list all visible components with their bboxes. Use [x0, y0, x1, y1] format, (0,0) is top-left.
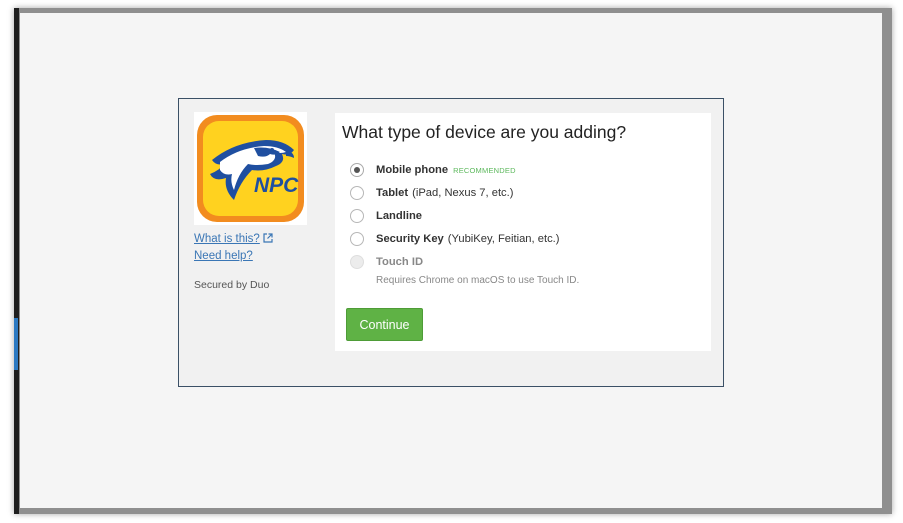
device-type-panel: What type of device are you adding? Mobi…	[335, 113, 711, 351]
left-edge-highlight	[14, 318, 18, 370]
eagle-logo-icon	[197, 115, 304, 222]
touch-id-note: Requires Chrome on macOS to use Touch ID…	[376, 275, 580, 286]
option-detail: (YubiKey, Feitian, etc.)	[447, 233, 560, 245]
option-tablet[interactable]: Tablet (iPad, Nexus 7, etc.)	[350, 184, 513, 202]
continue-button[interactable]: Continue	[346, 308, 423, 341]
duo-prompt-frame: NPC What is this? Need help? Secured by …	[178, 98, 724, 387]
option-label: Touch ID	[376, 256, 424, 268]
option-label: Landline	[376, 210, 422, 222]
what-is-this-link[interactable]: What is this?	[194, 233, 273, 246]
radio-landline[interactable]	[350, 209, 364, 223]
option-label: Mobile phone	[376, 164, 449, 176]
need-help-link[interactable]: Need help?	[194, 250, 253, 262]
option-security-key[interactable]: Security Key (YubiKey, Feitian, etc.)	[350, 230, 560, 248]
radio-security-key[interactable]	[350, 232, 364, 246]
option-detail: (iPad, Nexus 7, etc.)	[412, 187, 514, 199]
npc-logo: NPC	[194, 112, 307, 225]
radio-touch-id	[350, 255, 364, 269]
option-mobile-phone[interactable]: Mobile phone RECOMMENDED	[350, 161, 516, 179]
page-title: What type of device are you adding?	[342, 122, 627, 142]
secured-by-duo: Secured by Duo	[194, 279, 270, 291]
what-is-this-label: What is this?	[194, 233, 260, 245]
option-touch-id: Touch ID	[350, 253, 423, 271]
external-link-icon	[263, 233, 273, 246]
recommended-badge: RECOMMENDED	[453, 165, 516, 175]
logo-text: NPC	[254, 174, 299, 197]
left-edge-strip	[14, 8, 19, 514]
radio-mobile-phone[interactable]	[350, 163, 364, 177]
option-label: Tablet	[376, 187, 409, 199]
option-label: Security Key	[376, 233, 444, 245]
radio-tablet[interactable]	[350, 186, 364, 200]
option-landline[interactable]: Landline	[350, 207, 422, 225]
